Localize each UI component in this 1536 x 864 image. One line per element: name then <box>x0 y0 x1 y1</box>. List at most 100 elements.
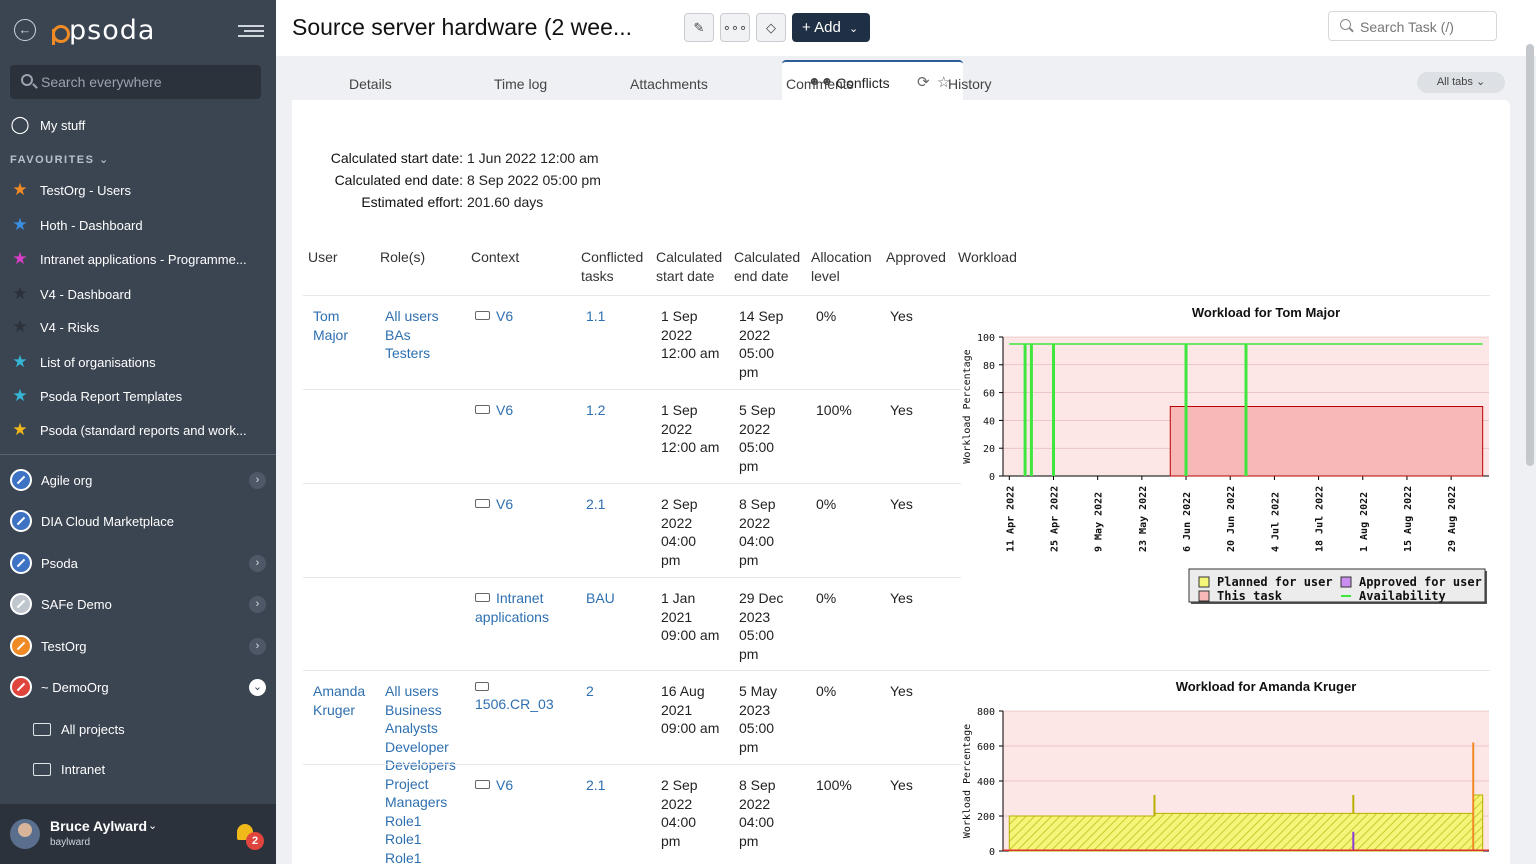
cell-line[interactable]: V6 <box>475 776 513 795</box>
cell-line[interactable]: 1.2 <box>586 401 605 420</box>
context-link[interactable]: V6 <box>496 496 513 512</box>
page-scrollbar[interactable] <box>1526 44 1534 466</box>
cell-line[interactable]: V6 <box>475 495 513 514</box>
cell-task[interactable]: BAU <box>586 589 615 608</box>
context-link[interactable]: V6 <box>496 402 513 418</box>
cell-context[interactable]: V6 <box>475 495 513 514</box>
favourite-item[interactable]: ★ Hoth - Dashboard <box>0 210 276 240</box>
cell-line[interactable]: Role1 <box>385 812 456 831</box>
edit-button[interactable]: ✎ <box>684 13 714 42</box>
cell-line[interactable]: Analysts <box>385 719 456 738</box>
more-button[interactable]: ∘∘∘ <box>720 13 750 42</box>
tab-details[interactable]: Details <box>349 76 392 92</box>
cell-line[interactable]: Role1 <box>385 849 456 864</box>
cell-task[interactable]: 2.1 <box>586 776 605 795</box>
all-tabs-button[interactable]: All tabs ⌄ <box>1417 72 1505 93</box>
cell-line[interactable]: V6 <box>475 401 513 420</box>
sidebar-item-org[interactable]: SAFe Demo › <box>0 589 276 619</box>
cell-roles[interactable]: All users BAs Testers <box>385 307 439 363</box>
cell-line[interactable]: Role1 <box>385 830 456 849</box>
context-link[interactable]: V6 <box>496 308 513 324</box>
favourite-item[interactable]: ★ Psoda (standard reports and work... <box>0 415 276 445</box>
chevron-down-icon[interactable]: ⌄ <box>148 819 157 832</box>
favourite-item[interactable]: ★ Intranet applications - Programme... <box>0 244 276 274</box>
cell-task[interactable]: 1.2 <box>586 401 605 420</box>
sidebar-item-org[interactable]: Psoda › <box>0 548 276 578</box>
my-stuff-link[interactable]: ◯ My stuff <box>0 110 276 140</box>
cell-line[interactable]: All users <box>385 682 456 701</box>
favourite-item[interactable]: ★ V4 - Dashboard <box>0 279 276 309</box>
avatar[interactable] <box>10 819 40 849</box>
tab-attachments[interactable]: Attachments <box>630 76 708 92</box>
sidebar-item-org[interactable]: Agile org › <box>0 465 276 495</box>
cell-line[interactable]: applications <box>475 608 549 627</box>
cell-task[interactable]: 2 <box>586 682 594 701</box>
cell-line[interactable]: 1506.CR_03 <box>475 682 554 714</box>
cell-context[interactable]: 1506.CR_03 <box>475 682 554 714</box>
tab-comments[interactable]: Comments <box>786 76 854 92</box>
cell-line[interactable]: BAs <box>385 326 439 345</box>
back-icon[interactable]: ← <box>14 19 36 41</box>
chevron-right-icon[interactable]: › <box>249 595 266 613</box>
cell-line[interactable]: 1.1 <box>586 307 605 326</box>
cell-context[interactable]: V6 <box>475 307 513 326</box>
context-link[interactable]: 1506.CR_03 <box>475 696 554 712</box>
chevron-right-icon[interactable]: › <box>249 554 266 572</box>
cell-context[interactable]: V6 <box>475 776 513 795</box>
cell-line[interactable]: Business <box>385 701 456 720</box>
sidebar-item-org[interactable]: DIA Cloud Marketplace <box>0 506 276 536</box>
add-button[interactable]: + Add ⌄ <box>792 13 870 42</box>
cell-line[interactable]: 2.1 <box>586 495 605 514</box>
context-link[interactable]: applications <box>475 609 549 625</box>
chevron-right-icon[interactable]: › <box>249 471 266 489</box>
plus-icon: + <box>802 19 811 36</box>
chevron-down-icon[interactable]: ⌄ <box>249 678 266 696</box>
favourite-item[interactable]: ★ V4 - Risks <box>0 312 276 342</box>
tab-time-log[interactable]: Time log <box>494 76 547 92</box>
tab-history[interactable]: History <box>948 76 992 92</box>
context-link[interactable]: V6 <box>496 777 513 793</box>
search-task-input[interactable]: Search Task (/) <box>1328 11 1497 41</box>
cell-user[interactable]: Amanda Kruger <box>313 682 365 719</box>
cell-approved: Yes <box>890 776 913 795</box>
cell-task[interactable]: 1.1 <box>586 307 605 326</box>
cell-line[interactable]: Developers <box>385 756 456 775</box>
sidebar-item-org[interactable]: TestOrg › <box>0 631 276 661</box>
cell-line[interactable]: Managers <box>385 793 456 812</box>
cell-context[interactable]: V6 <box>475 401 513 420</box>
chevron-right-icon[interactable]: › <box>249 637 266 655</box>
cell-line[interactable]: All users <box>385 307 439 326</box>
cell-line[interactable]: 2.1 <box>586 776 605 795</box>
cell-start: 16 Aug 2021 09:00 am <box>661 682 719 738</box>
user-menu[interactable]: Bruce Aylward ⌄ baylward 2 <box>0 804 276 864</box>
cell-line[interactable]: Tom <box>313 307 348 326</box>
refresh-icon[interactable]: ⟳ <box>917 73 930 91</box>
cell-line[interactable]: Project <box>385 775 456 794</box>
collapse-sidebar-icon[interactable] <box>238 22 264 40</box>
cell-line: 100% <box>816 777 852 793</box>
cell-line[interactable]: BAU <box>586 589 615 608</box>
context-link[interactable]: Intranet <box>496 590 543 606</box>
cell-line[interactable]: V6 <box>475 307 513 326</box>
cell-line[interactable]: Amanda <box>313 682 365 701</box>
search-everywhere-input[interactable]: Search everywhere <box>10 65 261 99</box>
cell-line[interactable]: Kruger <box>313 701 365 720</box>
tag-button[interactable]: ◇ <box>756 13 786 42</box>
favourite-item[interactable]: ★ List of organisations <box>0 347 276 377</box>
cell-line[interactable]: 2 <box>586 682 594 701</box>
cell-line[interactable]: Developer <box>385 738 456 757</box>
cell-context[interactable]: Intranet applications <box>475 589 549 626</box>
sidebar-item-intranet[interactable]: Intranet <box>0 754 276 784</box>
cell-line[interactable]: Intranet <box>475 589 549 608</box>
cell-roles[interactable]: All users Business Analysts Developer Develo… <box>385 682 456 864</box>
sidebar-item-org[interactable]: ~ DemoOrg ⌄ <box>0 672 276 702</box>
cell-task[interactable]: 2.1 <box>586 495 605 514</box>
favourites-header[interactable]: FAVOURITES ⌄ <box>10 153 110 166</box>
favourite-item[interactable]: ★ TestOrg - Users <box>0 175 276 205</box>
cell-line[interactable]: Testers <box>385 344 439 363</box>
cell-user[interactable]: Tom Major <box>313 307 348 344</box>
cell-line[interactable]: Major <box>313 326 348 345</box>
psoda-logo[interactable]: psoda <box>50 15 155 46</box>
sidebar-item-all-projects[interactable]: All projects <box>0 714 276 744</box>
favourite-item[interactable]: ★ Psoda Report Templates <box>0 381 276 411</box>
